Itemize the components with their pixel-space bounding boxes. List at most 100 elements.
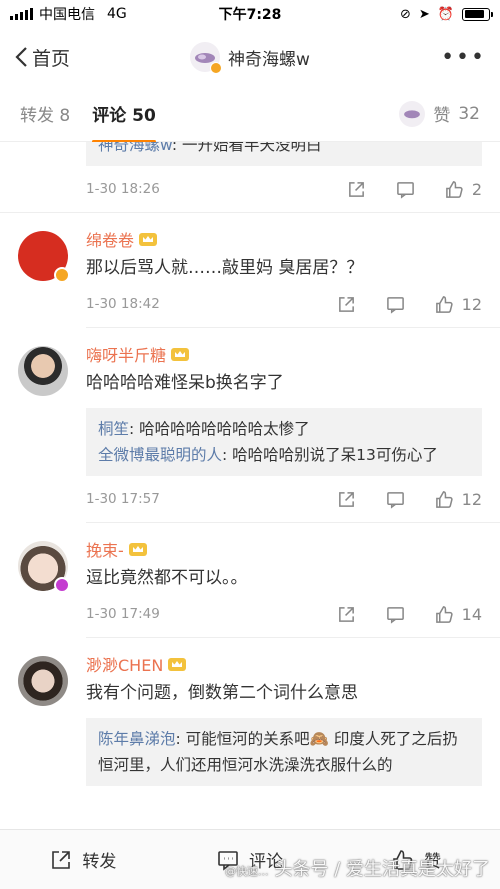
comment-item: 绵卷卷 那以后骂人就……敲里妈 臭居居？？ 1-30 18:42 12	[0, 213, 500, 327]
tab-comments[interactable]: 评论 50	[92, 101, 156, 143]
tab-likes-count: 32	[458, 103, 480, 124]
crown-badge-icon	[128, 541, 148, 557]
reply-text: : 哈哈哈哈哈哈哈哈太惨了	[129, 420, 310, 438]
tab-likes[interactable]: 赞 32	[399, 100, 480, 127]
like-count: 14	[461, 604, 482, 624]
reply-text: : 一开始看半天没明白	[171, 142, 322, 154]
battery-icon	[462, 7, 493, 21]
verified-badge-icon	[210, 62, 223, 74]
share-icon[interactable]	[347, 180, 366, 199]
reply-user[interactable]: 神奇海螺w	[98, 142, 172, 154]
status-bar: 中国电信 4G 下午7:28 ⊘ ➤ ⏰	[0, 0, 500, 28]
watermark-small: @快速...	[224, 865, 269, 878]
comment-feed[interactable]: 神奇海螺w: 一开始看半天没明白 1-30 18:26 2 绵卷卷 那以后骂人就…	[0, 142, 500, 829]
like-count: 12	[461, 489, 482, 509]
reply-box: 神奇海螺w: 一开始看半天没明白	[86, 142, 482, 166]
reply-user[interactable]: 陈年鼻涕泡	[98, 730, 176, 748]
comment-text: 逗比竟然都不可以。。	[86, 568, 248, 588]
like-count: 2	[471, 179, 482, 199]
member-badge-icon	[54, 577, 70, 593]
crown-badge-icon	[170, 346, 190, 362]
reply-icon[interactable]	[386, 295, 405, 314]
comment-item: 渺渺CHEN 我有个问题，倒数第二个词什么意思 陈年鼻涕泡: 可能恒河的关系吧🙈…	[0, 638, 500, 786]
reply-box[interactable]: 陈年鼻涕泡: 可能恒河的关系吧🙈 印度人死了之后扔恒河里，人们还用恒河水洗澡洗衣…	[86, 718, 482, 786]
liker-avatar	[399, 100, 426, 127]
comment-text: 那以后骂人就……敲里妈 臭居居？？	[86, 258, 364, 278]
comment-username[interactable]: 挽束-	[86, 537, 482, 561]
watermark-text: 头条号 / 爱生活真是太好了	[274, 859, 490, 880]
reply-icon[interactable]	[386, 605, 405, 624]
comment-fragment: 神奇海螺w: 一开始看半天没明白 1-30 18:26 2	[0, 142, 500, 212]
tab-reposts-count: 8	[59, 106, 71, 126]
tab-reposts[interactable]: 转发 8	[20, 101, 70, 126]
comment-meta: 1-30 17:49 14	[86, 591, 482, 637]
tab-comments-count: 50	[132, 106, 156, 126]
signal-icon	[10, 8, 33, 20]
location-icon: ➤	[418, 6, 430, 22]
comment-username[interactable]: 渺渺CHEN	[86, 652, 482, 676]
like-button[interactable]: 14	[435, 605, 482, 624]
verified-badge-icon	[54, 267, 70, 283]
page-title: 神奇海螺w	[228, 49, 310, 70]
comment-time: 1-30 18:42	[86, 296, 160, 312]
reply-item: 全微博最聪明的人: 哈哈哈哈别说了呆13可伤心了	[98, 442, 470, 468]
share-icon	[52, 850, 71, 869]
like-count: 12	[461, 294, 482, 314]
reply-user[interactable]: 桐笙	[98, 420, 129, 438]
comment-meta: 1-30 18:42 12	[86, 281, 482, 327]
share-icon[interactable]	[337, 295, 356, 314]
conch-icon	[195, 53, 216, 63]
like-button[interactable]: 12	[435, 295, 482, 314]
like-button[interactable]: 2	[445, 180, 482, 199]
comment-text: 哈哈哈哈难怪呆b换名字了	[86, 373, 284, 393]
reply-item: 桐笙: 哈哈哈哈哈哈哈哈太惨了	[98, 416, 470, 442]
username-text: 渺渺CHEN	[86, 656, 164, 675]
carrier-name: 中国电信	[39, 7, 95, 23]
tab-reposts-label: 转发	[20, 106, 54, 126]
username-text: 嗨呀半斤糖	[86, 346, 167, 365]
alarm-icon: ⏰	[437, 6, 454, 22]
nav-bar: 首页 神奇海螺w •••	[0, 28, 500, 86]
like-button[interactable]: 12	[435, 490, 482, 509]
comment-meta: 1-30 17:57 12	[86, 476, 482, 522]
avatar[interactable]	[18, 231, 70, 283]
crown-badge-icon	[167, 656, 187, 672]
thumbs-up-icon	[435, 605, 453, 623]
reply-icon[interactable]	[396, 180, 415, 199]
comment-time: 1-30 18:26	[86, 181, 160, 197]
reply-icon[interactable]	[386, 490, 405, 509]
network-type: 4G	[107, 6, 127, 22]
share-icon[interactable]	[337, 605, 356, 624]
reply-text: : 哈哈哈哈别说了呆13可伤心了	[222, 446, 438, 464]
comment-meta: 1-30 18:26 2	[86, 166, 482, 212]
tab-bar: 转发 8 评论 50 赞 32	[0, 86, 500, 143]
comment-item: 嗨呀半斤糖 哈哈哈哈难怪呆b换名字了 桐笙: 哈哈哈哈哈哈哈哈太惨了 全微博最聪…	[0, 328, 500, 522]
avatar[interactable]	[18, 656, 68, 706]
thumbs-up-icon	[435, 295, 453, 313]
reply-user[interactable]: 全微博最聪明的人	[98, 446, 222, 464]
back-button[interactable]: 首页	[14, 44, 70, 71]
comment-username[interactable]: 绵卷卷	[86, 227, 482, 251]
author-avatar	[190, 42, 223, 74]
comment-time: 1-30 17:57	[86, 491, 160, 507]
username-text: 挽束-	[86, 541, 124, 560]
watermark: @快速... 头条号 / 爱生活真是太好了	[225, 855, 490, 881]
tab-likes-label: 赞	[433, 106, 451, 126]
crown-badge-icon	[138, 231, 158, 247]
thumbs-up-icon	[435, 490, 453, 508]
comment-time: 1-30 17:49	[86, 606, 160, 622]
avatar[interactable]	[18, 346, 68, 396]
thumbs-up-icon	[445, 180, 463, 198]
avatar[interactable]	[18, 541, 70, 593]
conch-icon	[404, 110, 421, 119]
comment-item: 挽束- 逗比竟然都不可以。。 1-30 17:49 14	[0, 523, 500, 637]
comment-username[interactable]: 嗨呀半斤糖	[86, 342, 482, 366]
more-options-button[interactable]: •••	[441, 45, 486, 70]
comment-text: 我有个问题，倒数第二个词什么意思	[86, 683, 358, 703]
reply-box[interactable]: 桐笙: 哈哈哈哈哈哈哈哈太惨了 全微博最聪明的人: 哈哈哈哈别说了呆13可伤心了	[86, 408, 482, 476]
repost-label: 转发	[82, 852, 117, 872]
share-icon[interactable]	[337, 490, 356, 509]
repost-button[interactable]: 转发	[0, 847, 167, 872]
rotation-lock-icon: ⊘	[400, 6, 411, 22]
bottom-action-bar: 转发 评论 赞 @快速... 头条号 / 爱生活真是太好了	[0, 829, 500, 889]
